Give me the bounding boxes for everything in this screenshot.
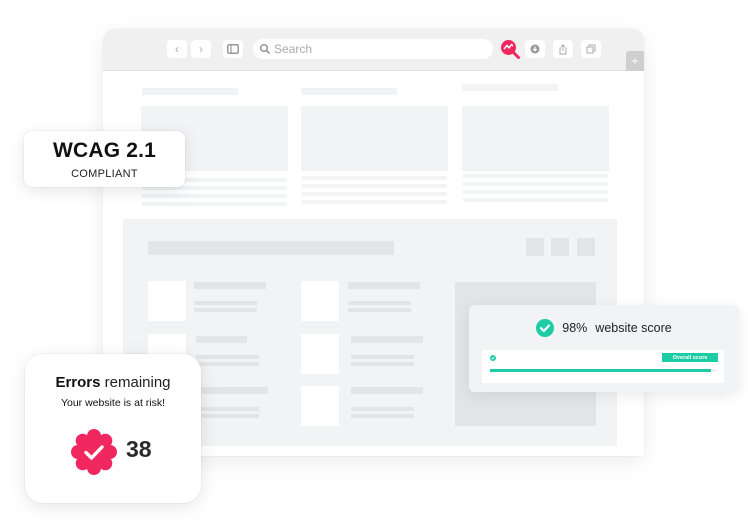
score-label: website score [595, 321, 672, 335]
share-button[interactable] [553, 40, 573, 58]
errors-title: Errors remaining [25, 374, 201, 391]
placeholder-thumb [301, 334, 339, 374]
placeholder-line [194, 301, 257, 305]
placeholder-line [302, 184, 447, 188]
accessibility-extension-icon[interactable] [499, 38, 521, 60]
placeholder-line [351, 336, 423, 343]
placeholder-line [351, 355, 414, 359]
download-icon [530, 44, 540, 54]
placeholder-line [463, 198, 608, 202]
sidebar-toggle-button[interactable] [223, 40, 243, 58]
placeholder-thumb [148, 281, 186, 321]
placeholder-line [463, 174, 608, 178]
forward-button[interactable]: › [191, 40, 211, 58]
placeholder-heading [301, 88, 397, 95]
placeholder-line [302, 192, 447, 196]
placeholder-line [348, 308, 411, 312]
placeholder-line [351, 362, 414, 366]
placeholder-line [196, 387, 268, 394]
check-circle-icon [536, 319, 555, 337]
share-icon [559, 43, 567, 54]
placeholder-line [142, 202, 287, 206]
tabs-button[interactable] [581, 40, 601, 58]
placeholder-line [351, 414, 414, 418]
score-progress-bar [490, 369, 716, 372]
verified-badge-icon [71, 429, 117, 475]
placeholder-heading [142, 88, 238, 95]
search-placeholder: Search [274, 42, 313, 56]
chevron-right-icon: › [199, 42, 203, 56]
website-score-card: 98% website score Overall score [469, 305, 739, 392]
placeholder-line [196, 336, 247, 343]
errors-count: 38 [126, 436, 152, 462]
new-tab-button[interactable]: + [626, 51, 644, 71]
placeholder-action-square [551, 238, 569, 256]
sidebar-icon [227, 44, 239, 54]
wcag-compliance-card: WCAG 2.1 COMPLIANT [24, 131, 185, 187]
placeholder-title-bar [148, 241, 394, 255]
placeholder-line [196, 407, 259, 411]
errors-title-rest: remaining [100, 374, 171, 391]
browser-toolbar: ‹ › Search + [103, 29, 644, 71]
placeholder-thumb [301, 281, 339, 321]
score-percent: 98% [562, 321, 588, 335]
score-detail-panel: Overall score [482, 350, 724, 383]
score-header: 98% website score [469, 319, 739, 337]
placeholder-image [301, 106, 448, 171]
overall-score-badge: Overall score [662, 353, 718, 362]
wcag-subtitle: COMPLIANT [71, 168, 138, 180]
search-input[interactable]: Search [253, 39, 493, 59]
placeholder-thumb [301, 386, 339, 426]
chevron-left-icon: ‹ [175, 42, 179, 56]
placeholder-action-square [526, 238, 544, 256]
placeholder-line [196, 414, 259, 418]
placeholder-line [196, 362, 259, 366]
back-button[interactable]: ‹ [167, 40, 187, 58]
plus-icon: + [631, 54, 639, 68]
score-progress-fill [490, 369, 712, 372]
placeholder-line [351, 407, 414, 411]
search-icon [259, 43, 271, 55]
placeholder-image [462, 106, 609, 171]
wcag-title: WCAG 2.1 [52, 139, 157, 162]
placeholder-line [194, 282, 266, 289]
placeholder-heading [462, 84, 558, 91]
placeholder-action-square [577, 238, 595, 256]
placeholder-line [194, 308, 257, 312]
placeholder-line [351, 387, 423, 394]
errors-remaining-card: Errors remaining Your website is at risk… [25, 354, 201, 503]
placeholder-line [348, 301, 411, 305]
check-circle-icon [490, 355, 496, 361]
placeholder-line [463, 182, 608, 186]
placeholder-line [348, 282, 420, 289]
errors-subtitle: Your website is at risk! [60, 397, 166, 409]
tabs-icon [586, 44, 596, 54]
download-button[interactable] [525, 40, 545, 58]
placeholder-line [196, 355, 259, 359]
placeholder-line [142, 194, 287, 198]
placeholder-line [463, 190, 608, 194]
errors-title-bold: Errors [55, 374, 101, 391]
placeholder-line [302, 200, 447, 204]
placeholder-line [302, 176, 447, 180]
